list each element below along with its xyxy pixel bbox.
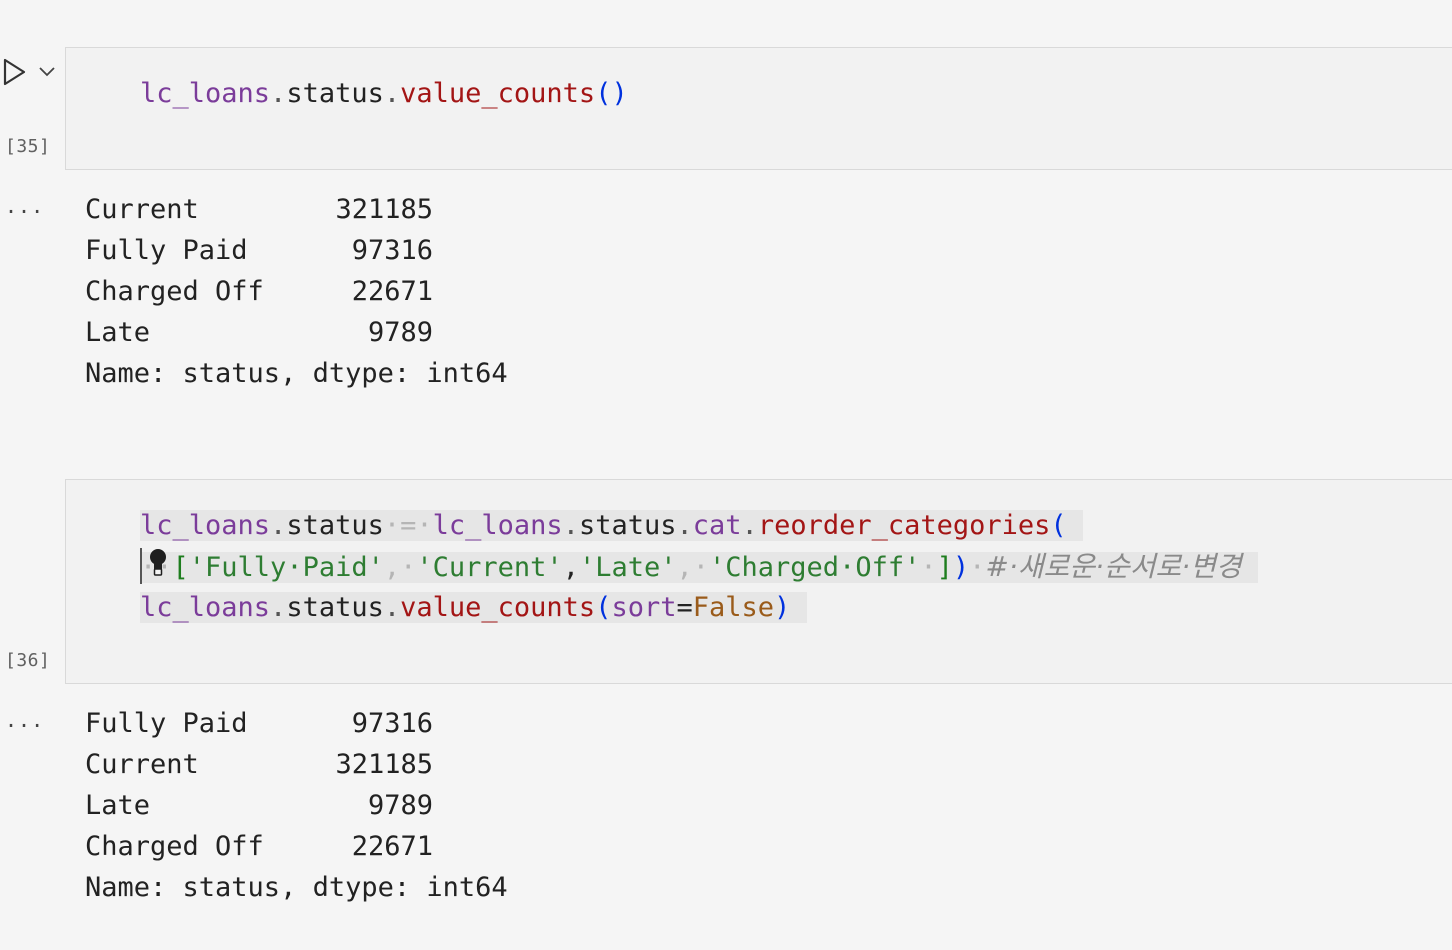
output-value: 97316 <box>351 708 433 739</box>
code-token: ) <box>952 552 970 583</box>
output-value: 9789 <box>367 317 433 348</box>
output-value: 9789 <box>367 790 433 821</box>
output-value: 22671 <box>351 831 433 862</box>
output-row: Current 321185 <box>85 744 508 785</box>
output-footer: Name: status, dtype: int64 <box>85 358 508 389</box>
lightbulb-icon[interactable] <box>146 547 170 577</box>
output-footer: Name: status, dtype: int64 <box>85 872 508 903</box>
code-token: ( <box>1050 510 1067 541</box>
code-comment: #·새로운·순서로·변경 <box>985 550 1242 583</box>
output-label: Charged Off <box>85 831 264 862</box>
code-token: ) <box>774 592 791 623</box>
code-token: ] <box>936 552 953 583</box>
code-token: False <box>692 592 775 623</box>
code-token: ,· <box>383 552 417 583</box>
code-token: 'Current' <box>416 552 563 583</box>
text-cursor <box>140 548 142 584</box>
output-row: Charged Off 22671 <box>85 826 508 867</box>
code-token: status <box>286 592 384 623</box>
code-token: . <box>270 592 287 623</box>
execution-count: [35] <box>5 136 51 157</box>
code-token: reorder_categories <box>757 510 1051 541</box>
code-token: ·=· <box>383 510 433 541</box>
execution-count: [36] <box>5 650 51 671</box>
output-row: Fully Paid 97316 <box>85 703 508 744</box>
chevron-down-icon[interactable] <box>38 64 56 78</box>
code-token: status <box>286 78 384 109</box>
code-token: = <box>676 592 693 623</box>
output-row: Charged Off 22671 <box>85 271 508 312</box>
run-cell-icon[interactable] <box>2 57 28 87</box>
output-value: 321185 <box>335 749 433 780</box>
code-token: lc_loans <box>432 510 563 541</box>
output-label: Fully Paid <box>85 708 248 739</box>
code-token: · <box>920 552 937 583</box>
code-token: . <box>562 510 579 541</box>
cell-output: Fully Paid 97316 Current 321185 Late 9789 C… <box>85 703 508 908</box>
code-token: value_counts <box>400 78 596 109</box>
code-token: . <box>383 592 401 623</box>
output-label: Charged Off <box>85 276 264 307</box>
code-token: 'Late' <box>578 552 677 583</box>
code-token: . <box>270 510 287 541</box>
code-token: , <box>562 552 579 583</box>
code-token: 'Fully·Paid' <box>188 552 384 583</box>
cell-output: Current 321185 Fully Paid 97316 Charged Of… <box>85 189 508 394</box>
code-token: value_counts <box>400 592 596 623</box>
output-row: Late 9789 <box>85 312 508 353</box>
code-token: () <box>595 78 628 109</box>
code-token: . <box>676 510 693 541</box>
code-line[interactable]: lc_loans.status·=·lc_loans.status.cat.re… <box>140 505 1083 546</box>
code-token: · <box>969 552 986 583</box>
code-token: lc_loans <box>140 592 271 623</box>
code-token: ( <box>595 592 612 623</box>
code-token: 'Charged·Off' <box>709 552 921 583</box>
code-token: status <box>286 510 384 541</box>
code-line[interactable]: lc_loans.status.value_counts(sort=False) <box>140 587 807 628</box>
code-token: lc_loans <box>140 78 271 109</box>
code-token: status <box>578 510 677 541</box>
output-row: Fully Paid 97316 <box>85 230 508 271</box>
output-more-button[interactable]: ... <box>5 196 44 216</box>
code-highlight: lc_loans.status·=·lc_loans.status.cat.re… <box>140 510 1083 541</box>
output-label: Late <box>85 317 151 348</box>
output-value: 97316 <box>351 235 433 266</box>
code-token: [ <box>172 552 189 583</box>
code-token: . <box>270 78 287 109</box>
code-token: lc_loans <box>140 510 271 541</box>
code-token: . <box>383 78 401 109</box>
code-token: sort <box>611 592 677 623</box>
output-label: Current <box>85 194 199 225</box>
notebook-page: [35] lc_loans.status.value_counts() ... … <box>0 0 1452 950</box>
code-token: . <box>741 510 758 541</box>
output-label: Fully Paid <box>85 235 248 266</box>
code-line[interactable]: lc_loans.status.value_counts() <box>140 73 628 114</box>
code-line[interactable]: ··['Fully·Paid',·'Current','Late',·'Char… <box>140 546 1258 588</box>
code-token: ,· <box>676 552 710 583</box>
code-token: cat <box>692 510 742 541</box>
code-highlight: lc_loans.status.value_counts(sort=False) <box>140 592 807 623</box>
output-label: Late <box>85 790 151 821</box>
code-highlight: ··['Fully·Paid',·'Current','Late',·'Char… <box>140 550 1258 583</box>
output-row: Current 321185 <box>85 189 508 230</box>
output-label: Current <box>85 749 199 780</box>
output-value: 22671 <box>351 276 433 307</box>
output-more-button[interactable]: ... <box>5 710 44 730</box>
output-row: Late 9789 <box>85 785 508 826</box>
output-value: 321185 <box>335 194 433 225</box>
